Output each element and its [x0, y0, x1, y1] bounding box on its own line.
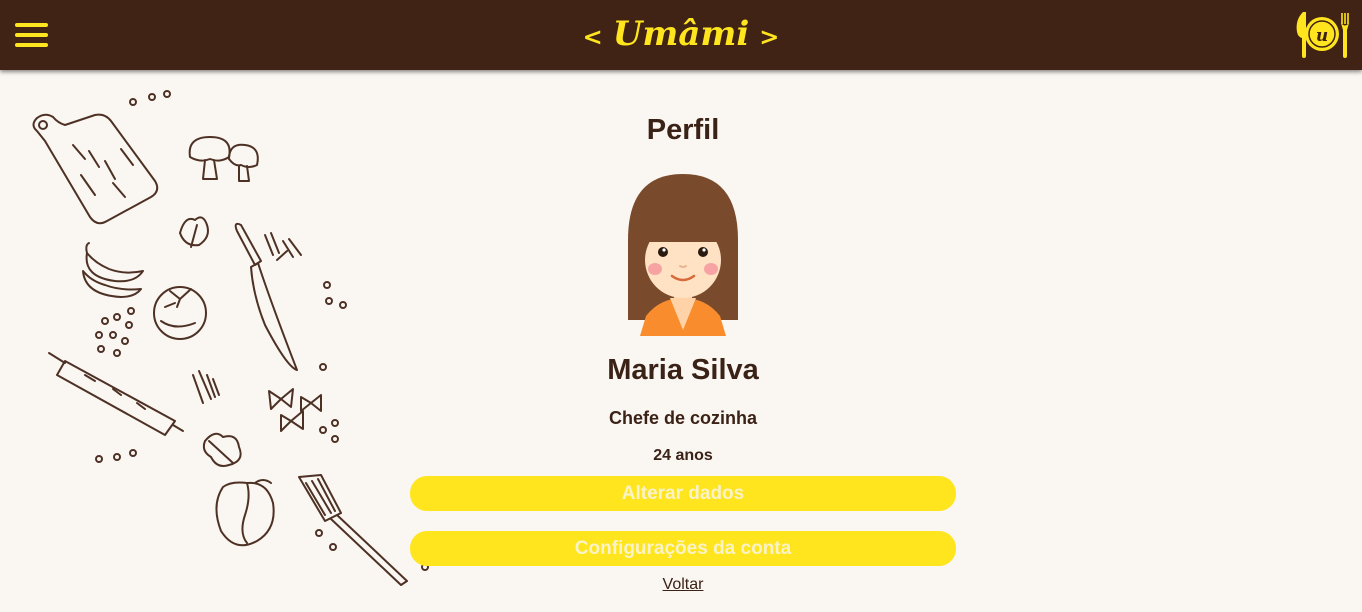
prev-arrow[interactable]: <	[583, 22, 603, 51]
brand-title: < Umâmi >	[0, 14, 1362, 54]
peppercorns	[95, 307, 135, 357]
user-role: Chefe de cozinha	[608, 408, 758, 428]
bell-pepper-icon	[215, 479, 275, 547]
user-age: 24 anos	[653, 447, 713, 464]
chili-pepper-icon	[82, 242, 144, 298]
tomato-icon	[153, 286, 207, 340]
page-title: Perfil	[646, 114, 720, 146]
next-arrow[interactable]: >	[759, 22, 779, 51]
svg-text:u: u	[1316, 26, 1328, 46]
back-link[interactable]: Voltar	[0, 576, 1362, 594]
spatula-icon	[298, 474, 408, 586]
user-name: Maria Silva	[607, 354, 759, 386]
brand-name: Umâmi	[612, 14, 750, 54]
account-settings-button[interactable]: Configurações da conta	[410, 531, 956, 566]
knife-icon	[234, 222, 298, 371]
umami-logo-icon[interactable]: u	[1294, 10, 1350, 60]
pasta-icon	[264, 232, 302, 261]
edit-data-button[interactable]: Alterar dados	[410, 476, 956, 511]
pepper-dots	[129, 90, 171, 106]
leaf-icon	[179, 216, 209, 248]
top-navbar: < Umâmi > u	[0, 0, 1362, 70]
kitchen-doodles-illustration	[32, 90, 429, 586]
user-avatar-icon	[628, 174, 738, 336]
